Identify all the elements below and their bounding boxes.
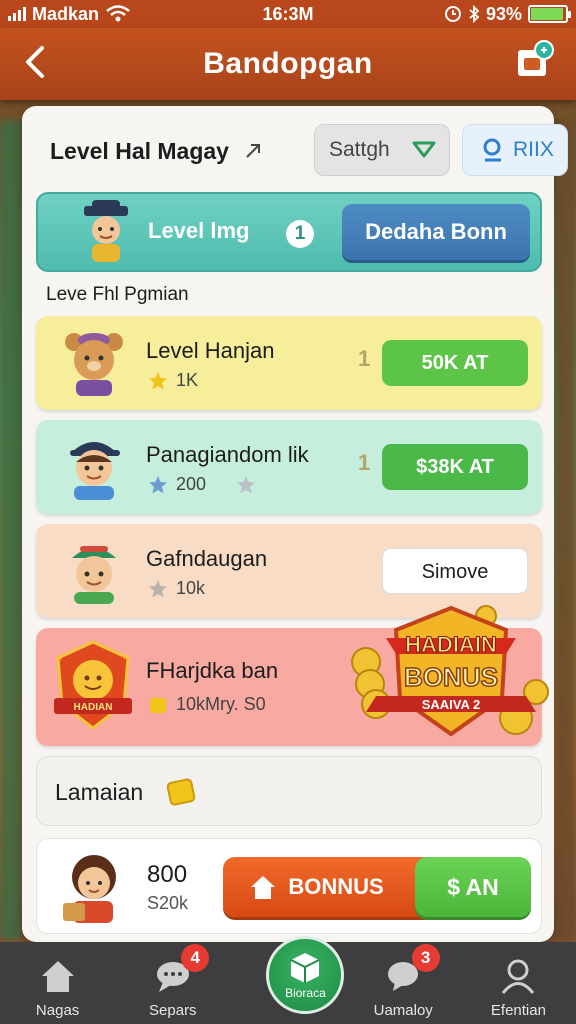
home-icon xyxy=(41,961,74,992)
profile-icon xyxy=(502,959,535,994)
bonus-emblem-icon: HADIAN xyxy=(54,640,132,730)
avatar-boy-hat xyxy=(84,200,128,262)
bluetooth-icon xyxy=(469,5,480,23)
bonus-button-label: BONNUS xyxy=(288,874,384,899)
card-count: 1 xyxy=(358,450,371,475)
level-action-button[interactable]: Dedaha Bonn xyxy=(342,204,530,260)
san-button[interactable]: $ AN xyxy=(415,857,531,917)
avatar-girl xyxy=(63,855,116,923)
notification-badge: 3 xyxy=(411,944,440,972)
card-name: Gafndaugan xyxy=(146,546,268,571)
reward-amount: 800 xyxy=(147,861,188,888)
nav-item-profile[interactable]: Efentian xyxy=(461,942,576,1024)
external-arrow-icon[interactable] xyxy=(243,141,263,161)
nav-label: Bioraca xyxy=(285,986,326,1000)
app-header: Bandopgan xyxy=(0,28,576,100)
avatar-bear xyxy=(65,333,123,396)
coin-icon xyxy=(166,778,196,806)
background-scenery-left xyxy=(0,120,22,940)
card-subtext: 10kMry. S0 xyxy=(148,694,266,715)
nav-item-messages[interactable]: 3 Uamaloy xyxy=(346,942,461,1024)
bottom-nav: Nagas 4 Separs Bioraca 3 Uamaloy Efentia… xyxy=(0,936,576,1024)
footer-label: Lamaian xyxy=(55,779,144,805)
star-icon xyxy=(149,371,167,389)
bonus-badge-icon[interactable]: HADIAIN BONUS SAAIVA 2 xyxy=(346,602,556,752)
filter-select-value: Sattgh xyxy=(329,138,390,161)
star-icon xyxy=(237,475,256,493)
search-button[interactable]: RIIX xyxy=(462,124,568,176)
reward-card: Level Hanjan 1K 1 50K AT xyxy=(36,316,542,410)
bonus-button[interactable]: BONNUS xyxy=(223,857,437,917)
nav-item-chat[interactable]: 4 Separs xyxy=(115,942,230,1024)
battery-icon xyxy=(528,5,571,23)
card-sub-value: 10kMry. S0 xyxy=(176,694,266,714)
card-name: Panagiandom lik xyxy=(146,442,309,467)
card-sub-value: 200 xyxy=(176,474,207,494)
signal-icon xyxy=(8,7,26,21)
nav-item-home[interactable]: Nagas xyxy=(0,942,115,1024)
carrier-name: Madkan xyxy=(32,3,100,24)
nav-label: Uamaloy xyxy=(373,1002,433,1019)
center-action-button[interactable]: Bioraca xyxy=(266,936,345,1014)
main-panel: Level Hal Magay Sattgh RIIX Level lmg 1 … xyxy=(22,106,568,942)
top-row: Level Hal Magay Sattgh RIIX xyxy=(50,124,568,178)
card-action-button[interactable]: 50K AT xyxy=(382,340,528,386)
bonus-emblem-text: HADIAN xyxy=(74,702,113,713)
level-number: 1 xyxy=(286,220,314,248)
avatar-boy-green-cap xyxy=(72,546,116,604)
status-bar: Madkan 16:3M 93% xyxy=(0,0,576,28)
reward-card: Panagiandom lik 200 1 $38K AT xyxy=(36,420,542,514)
card-action-button[interactable]: $38K AT xyxy=(382,444,528,490)
card-count: 1 xyxy=(358,346,371,371)
filter-select[interactable]: Sattgh xyxy=(314,124,450,176)
card-subtext: 10k xyxy=(148,578,205,599)
nav-label: Nagas xyxy=(35,1002,80,1019)
share-icon[interactable] xyxy=(516,40,554,82)
status-time: 16:3M xyxy=(262,3,314,24)
home-icon xyxy=(251,876,276,899)
background-scenery-right xyxy=(556,120,576,940)
reward-amount-sub: S20k xyxy=(147,893,189,913)
alarm-icon xyxy=(444,6,461,22)
star-icon xyxy=(149,579,167,597)
avatar-boy-cap xyxy=(70,442,120,500)
box-icon xyxy=(290,953,320,983)
bonus-badge-line3: SAAIVA 2 xyxy=(422,697,481,712)
section-label: Leve Fhl Pgmian xyxy=(46,284,189,305)
bonus-badge-line2: BONUS xyxy=(404,662,498,692)
search-icon xyxy=(483,138,501,162)
bottom-reward-card: 800 S20k BONNUS $ AN xyxy=(36,838,542,934)
card-subtext: 200 xyxy=(148,474,256,495)
coin-icon xyxy=(150,697,166,713)
page-title: Bandopgan xyxy=(203,47,373,80)
level-banner: Level lmg 1 Dedaha Bonn xyxy=(36,192,542,272)
level-label: Level lmg xyxy=(148,218,250,243)
level-title: Level Hal Magay xyxy=(50,137,229,164)
card-name: FHarjdka ban xyxy=(146,658,279,683)
chevron-down-icon xyxy=(412,141,436,158)
notification-badge: 4 xyxy=(181,944,210,972)
bonus-card: HADIAN FHarjdka ban 10kMry. S0 HADIAIN B… xyxy=(36,605,549,746)
card-subtext: 1K xyxy=(148,370,198,391)
card-sub-value: 10k xyxy=(176,578,206,598)
nav-label: Efentian xyxy=(490,1002,546,1019)
nav-item-center[interactable]: Bioraca xyxy=(230,936,345,1024)
wifi-icon xyxy=(106,5,130,22)
footer-card: Lamaian xyxy=(36,756,542,826)
battery-percent: 93% xyxy=(485,3,522,24)
card-name: Level Hanjan xyxy=(146,338,275,363)
bonus-badge-line1: HADIAIN xyxy=(405,632,497,657)
back-arrow-icon[interactable] xyxy=(18,42,52,82)
nav-label: Separs xyxy=(149,1002,197,1019)
card-action-button[interactable]: Simove xyxy=(382,548,528,594)
search-label: RIIX xyxy=(513,138,554,161)
star-icon xyxy=(149,475,167,493)
card-sub-value: 1K xyxy=(176,370,199,390)
